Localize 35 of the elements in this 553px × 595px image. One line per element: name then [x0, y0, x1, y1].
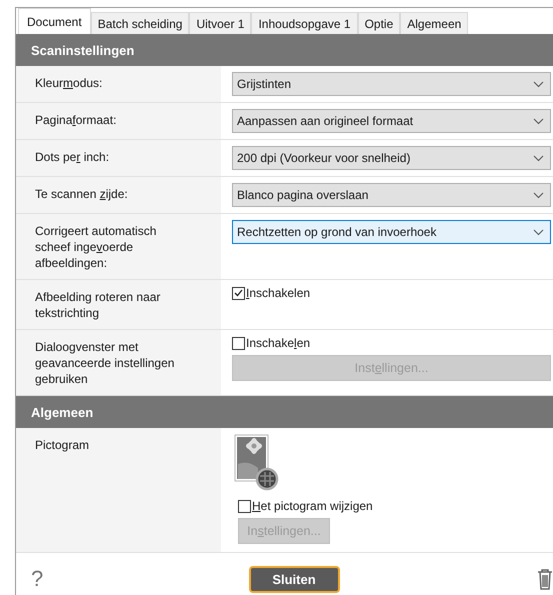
- help-icon[interactable]: ?: [31, 566, 51, 592]
- tab[interactable]: Inhoudsopgave 1: [251, 12, 358, 34]
- tab[interactable]: Document: [18, 8, 91, 34]
- dropdown[interactable]: 200 dpi (Voorkeur voor snelheid): [232, 146, 551, 170]
- setting-label: Kleurmodus:: [35, 75, 104, 91]
- tab[interactable]: Optie: [358, 12, 400, 34]
- checkbox-box[interactable]: [238, 500, 251, 512]
- checkbox[interactable]: Inschakelen: [232, 286, 310, 300]
- checkbox-box[interactable]: [232, 286, 245, 300]
- chevron-down-icon: [533, 154, 544, 162]
- setting-label: Dialoogvenster met geavanceerde instellingen gebruiken: [35, 339, 176, 387]
- setting-label: Dots per inch:: [35, 149, 110, 165]
- section-header: Scaninstellingen: [16, 34, 553, 66]
- setting-label: Afbeelding roteren naar tekstrichting: [35, 289, 162, 321]
- checkbox-box[interactable]: [232, 336, 245, 350]
- dropdown[interactable]: Blanco pagina overslaan: [232, 183, 551, 207]
- setting-label: Pictogram: [35, 437, 90, 453]
- chevron-down-icon: [533, 192, 544, 198]
- chevron-down-icon: [533, 118, 544, 124]
- tab[interactable]: Uitvoer 1: [189, 12, 252, 34]
- close-button[interactable]: Sluiten: [248, 566, 340, 592]
- dropdown[interactable]: Rechtzetten op grond van invoerhoek: [232, 220, 551, 244]
- tab[interactable]: Batch scheiding: [90, 12, 190, 34]
- setting-label: Te scannen zijde:: [35, 186, 129, 202]
- dropdown[interactable]: Grijstinten: [232, 72, 551, 96]
- tab[interactable]: Algemeen: [400, 12, 468, 34]
- checkbox[interactable]: Het pictogram wijzigen: [238, 499, 373, 513]
- setting-label: Corrigeert automatisch scheef ingevoerde afbeeldingen:: [35, 223, 158, 271]
- trash-icon[interactable]: [537, 568, 553, 590]
- checkbox[interactable]: Inschakelen: [232, 336, 310, 350]
- section-header: Algemeen: [16, 396, 553, 428]
- setting-label: Paginaformaat:: [35, 112, 118, 128]
- dropdown[interactable]: Aanpassen aan origineel formaat: [232, 109, 551, 133]
- chevron-down-icon: [533, 80, 544, 88]
- chevron-down-icon: [533, 228, 544, 236]
